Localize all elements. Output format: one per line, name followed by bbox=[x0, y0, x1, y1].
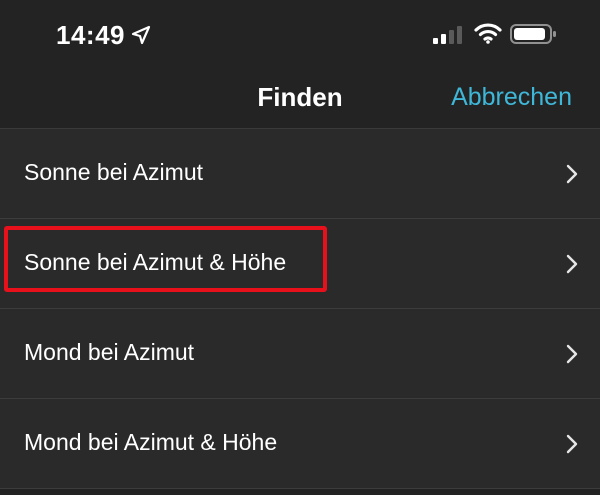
list-item-moon-azimuth-altitude[interactable]: Mond bei Azimut & Höhe bbox=[0, 399, 600, 489]
status-time: 14:49 bbox=[56, 20, 125, 50]
status-bar: 14:49 bbox=[0, 0, 600, 68]
find-options-list: Sonne bei Azimut Sonne bei Azimut & Höhe… bbox=[0, 129, 600, 489]
battery-icon bbox=[510, 24, 556, 44]
list-item-sun-azimuth-altitude[interactable]: Sonne bei Azimut & Höhe bbox=[0, 219, 600, 309]
list-item-label: Mond bei Azimut & Höhe bbox=[24, 429, 278, 455]
list-item-label: Sonne bei Azimut & Höhe bbox=[24, 249, 287, 275]
chevron-right-icon bbox=[566, 254, 578, 274]
list-item-moon-azimuth[interactable]: Mond bei Azimut bbox=[0, 309, 600, 399]
find-screen: 14:49 Finden Abbrechen Sonne bei Azimut bbox=[0, 0, 600, 495]
cancel-button[interactable]: Abbrechen bbox=[451, 83, 572, 112]
navigation-bar: Finden Abbrechen bbox=[0, 68, 600, 129]
location-arrow-icon bbox=[131, 25, 151, 45]
signal-icon bbox=[433, 26, 462, 44]
chevron-right-icon bbox=[566, 164, 578, 184]
chevron-right-icon bbox=[566, 434, 578, 454]
wifi-icon bbox=[474, 23, 502, 44]
list-item-label: Mond bei Azimut bbox=[24, 339, 195, 365]
list-item-sun-azimuth[interactable]: Sonne bei Azimut bbox=[0, 129, 600, 219]
chevron-right-icon bbox=[566, 344, 578, 364]
list-item-label: Sonne bei Azimut bbox=[24, 159, 204, 185]
